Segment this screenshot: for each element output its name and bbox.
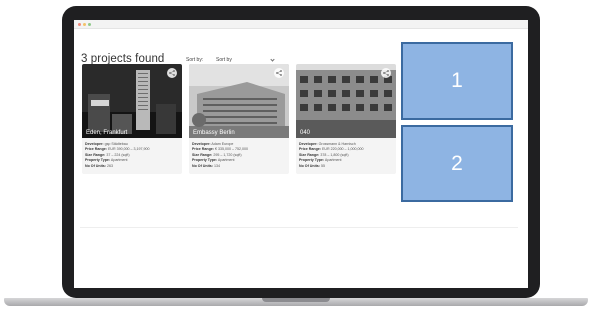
project-name[interactable]: Embassy Berlin [193, 130, 235, 136]
type-value: Apartment [110, 158, 128, 163]
project-details: Developer: Grossmann & Harnisch Price Ra… [299, 142, 395, 169]
project-photo: 040 [296, 64, 396, 138]
share-button[interactable] [274, 68, 284, 78]
laptop-mockup: 3 projects found Sort by: Sort by Eden, … [0, 0, 591, 313]
developer-value: gsp Städtebau [104, 142, 128, 146]
developer-label: Developer: [299, 142, 318, 146]
share-button[interactable] [167, 68, 177, 78]
project-details: Developer: gsp Städtebau Price Range: EU… [85, 142, 181, 169]
share-button[interactable] [381, 68, 391, 78]
sort-label: Sort by: [186, 57, 204, 63]
units-label: No Of Units: [192, 163, 213, 168]
project-photo: Eden, Frankfurt [82, 64, 182, 138]
share-icon [276, 70, 282, 76]
project-photo: Embassy Berlin [189, 64, 289, 138]
annotation-box-2: 2 [401, 125, 513, 202]
developer-value: Adam Europe [211, 142, 234, 146]
sort-dropdown[interactable]: Sort by [214, 55, 276, 64]
project-name[interactable]: 040 [300, 130, 310, 136]
project-name[interactable]: Eden, Frankfurt [86, 130, 127, 136]
units-value: 263 [106, 163, 113, 168]
size-value: 37 – 224 (sqft) [106, 152, 130, 157]
chevron-down-icon [270, 57, 275, 62]
developer-label: Developer: [85, 142, 104, 146]
developer-label: Developer: [192, 142, 211, 146]
share-icon [169, 70, 175, 76]
type-value: Apartment [324, 158, 342, 163]
project-card[interactable]: 040 Developer: Grossmann & Harnisch Pric… [296, 64, 396, 174]
close-window-dot[interactable] [78, 23, 81, 26]
price-value: EUR 220,000 – 1,000,000 [321, 147, 364, 152]
type-label: Property Type: [85, 158, 111, 163]
sort-selected-value: Sort by [216, 57, 232, 63]
share-icon [383, 70, 389, 76]
price-label: Price Range: [299, 147, 321, 152]
maximize-window-dot[interactable] [88, 23, 91, 26]
price-label: Price Range: [192, 147, 214, 152]
laptop-hinge-notch [262, 298, 330, 302]
type-label: Property Type: [192, 158, 218, 163]
units-value: 55 [320, 163, 325, 168]
project-card[interactable]: Eden, Frankfurt Developer: gsp Städtebau… [82, 64, 182, 174]
annotation-box-1: 1 [401, 42, 513, 120]
size-value: 295 – 1,720 (sqft) [213, 152, 242, 157]
price-value: € 335,000 – 752,000 [214, 147, 248, 152]
units-label: No Of Units: [299, 163, 320, 168]
size-value: 378 – 1,800 (sqft) [320, 152, 349, 157]
price-label: Price Range: [85, 147, 107, 152]
units-label: No Of Units: [85, 163, 106, 168]
size-label: Size Range: [299, 152, 320, 157]
size-label: Size Range: [192, 152, 213, 157]
price-value: EUR 390,000 – 3,197,900 [107, 147, 150, 152]
units-value: 134 [213, 163, 220, 168]
project-details: Developer: Adam Europe Price Range: € 33… [192, 142, 288, 169]
developer-value: Grossmann & Harnisch [318, 142, 356, 146]
minimize-window-dot[interactable] [83, 23, 86, 26]
type-label: Property Type: [299, 158, 325, 163]
type-value: Apartment [217, 158, 235, 163]
browser-chrome [74, 20, 528, 29]
project-card[interactable]: Embassy Berlin Developer: Adam Europe Pr… [189, 64, 289, 174]
size-label: Size Range: [85, 152, 106, 157]
